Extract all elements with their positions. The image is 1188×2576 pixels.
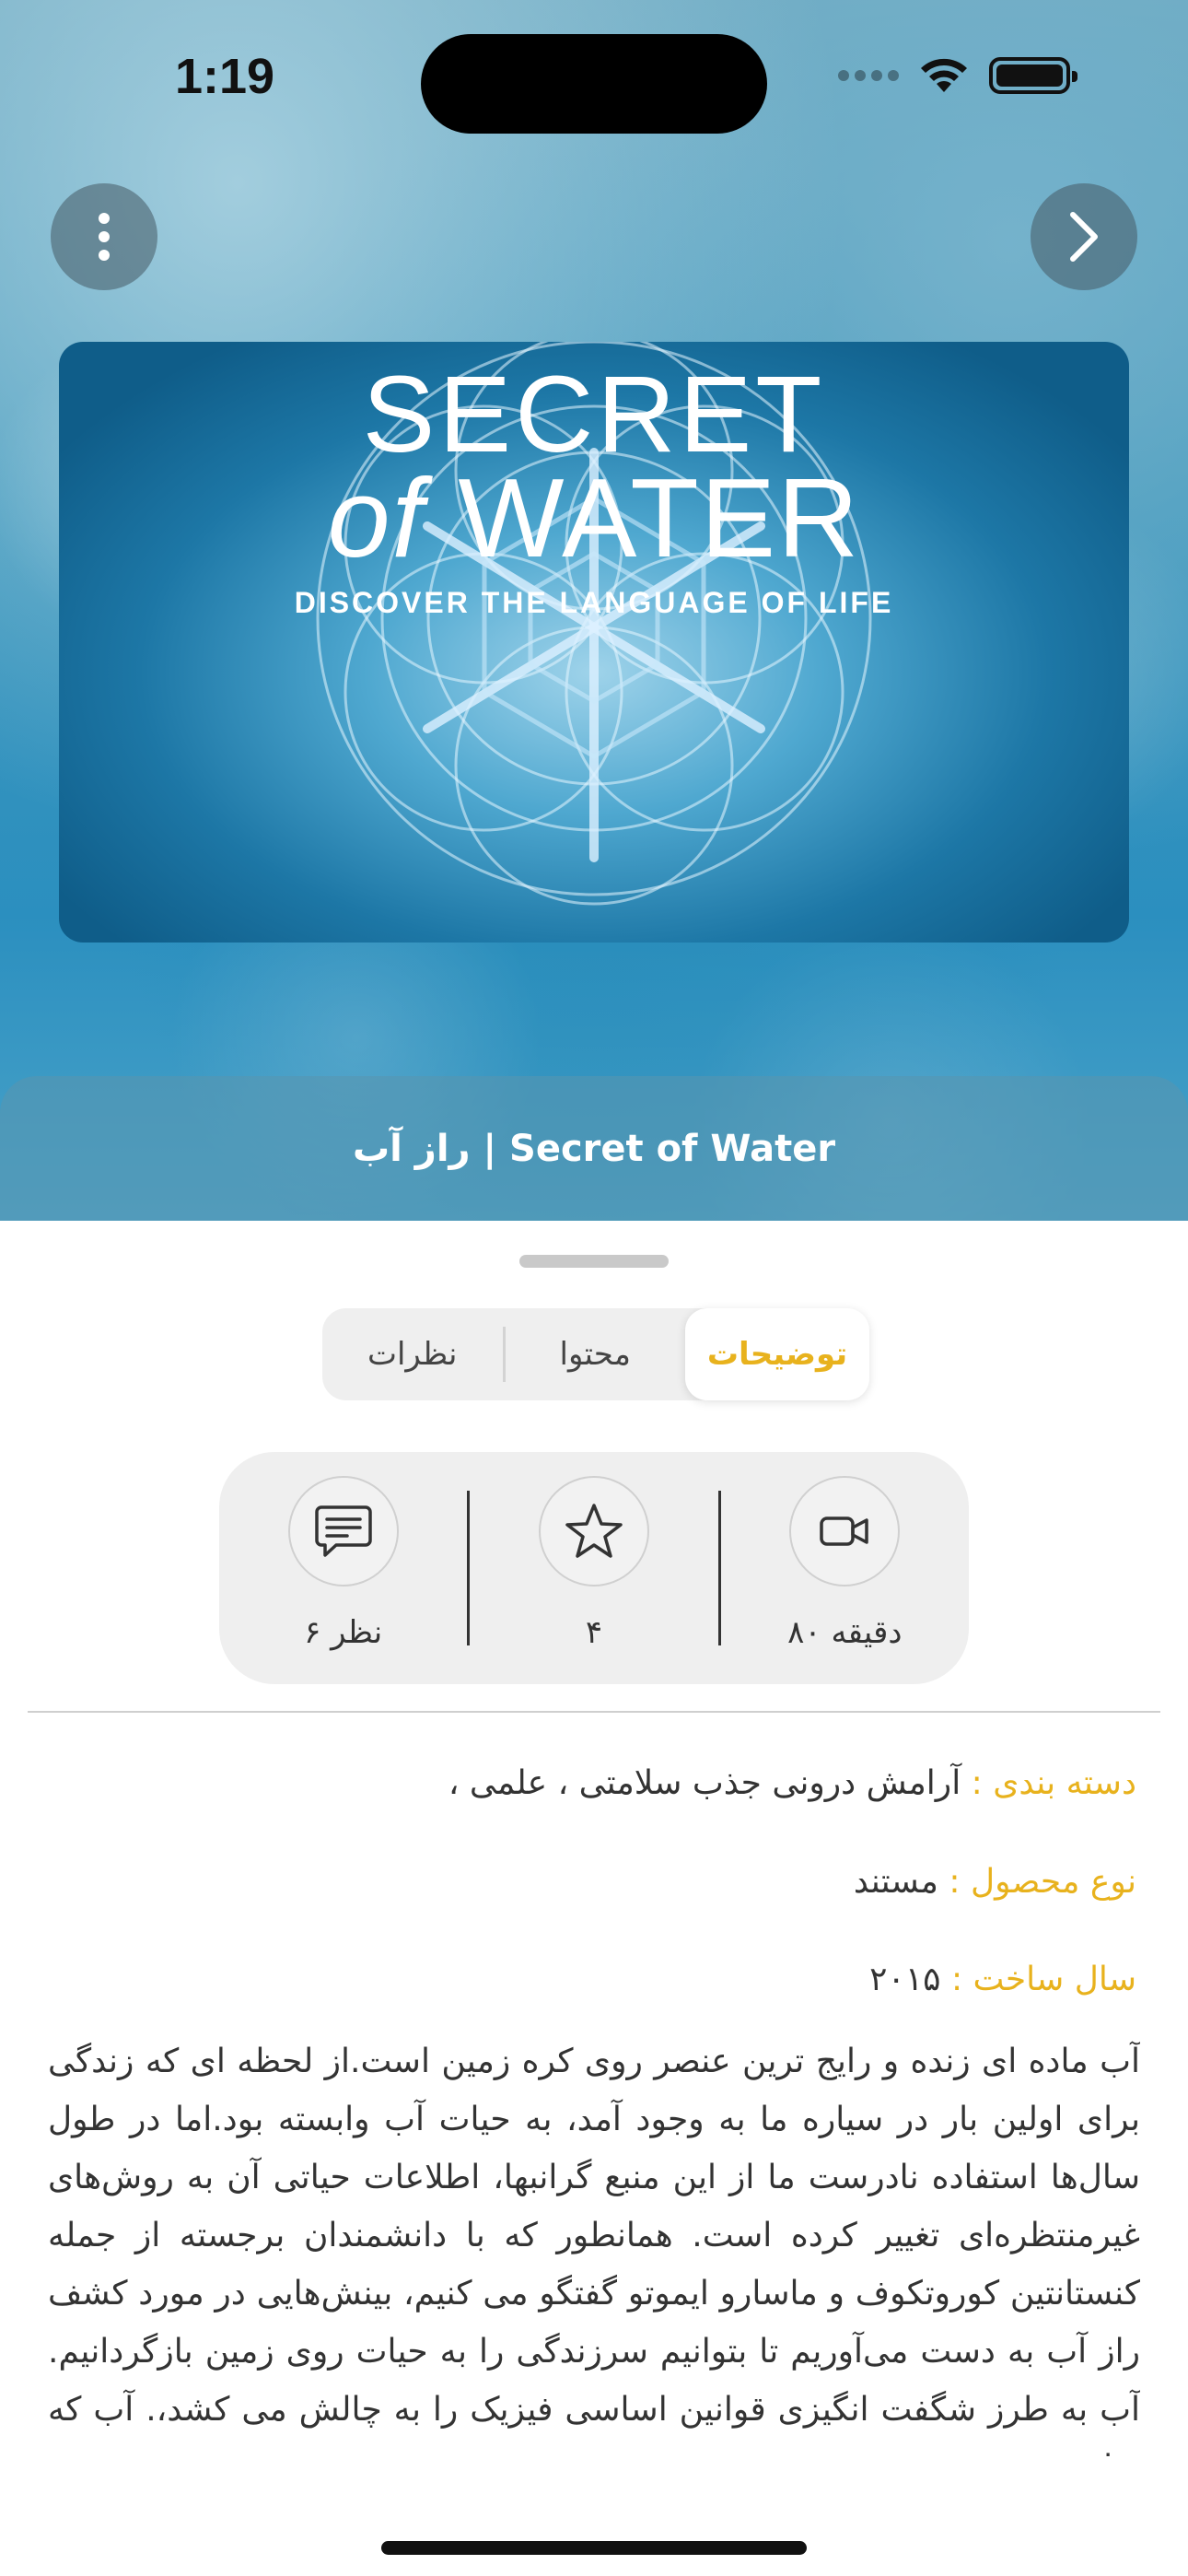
status-time: 1:19 [175,49,275,104]
tab-bar: توضیحات محتوا نظرات [322,1308,869,1400]
year-row: سال ساخت : ۲۰۱۵ [869,1961,1136,1998]
stat-duration: ۸۰ دقیقه [721,1452,969,1684]
content-title: راز آب | Secret of Water [352,1127,836,1170]
poster-title-line2: of WATER [327,455,861,580]
category-key: دسته بندی : [971,1764,1136,1802]
sheet-grabber[interactable] [519,1255,669,1268]
year-key: سال ساخت : [950,1961,1136,1998]
tab-comments[interactable]: نظرات [322,1308,503,1400]
tab-description[interactable]: توضیحات [685,1308,869,1400]
comments-label: ۶ نظر [304,1614,383,1651]
status-icons [838,57,1077,94]
tab-content[interactable]: محتوا [506,1308,686,1400]
cellular-signal-icon [838,70,899,81]
video-camera-icon [789,1476,901,1587]
stat-rating[interactable]: ۴ [470,1452,717,1684]
chevron-right-icon [1070,212,1098,262]
type-key: نوع محصول : [949,1863,1136,1901]
rating-label: ۴ [585,1614,603,1651]
poster-tagline: DISCOVER THE LANGUAGE OF LIFE [294,586,894,619]
vertical-ellipsis-icon [99,213,110,261]
type-row: نوع محصول : مستند [854,1863,1136,1901]
title-bar: راز آب | Secret of Water [0,1076,1188,1221]
more-options-button[interactable] [51,183,157,290]
poster-title-line1: SECRET [362,354,826,475]
stat-comments[interactable]: ۶ نظر [219,1452,467,1684]
category-row: دسته بندی : آرامش درونی جذب سلامتی ، علم… [448,1764,1136,1802]
home-indicator[interactable] [381,2541,807,2555]
type-value: مستند [853,1863,938,1901]
category-value: آرامش درونی جذب سلامتی ، علمی ، [448,1764,961,1802]
battery-icon [989,57,1077,94]
wifi-icon [921,58,967,92]
comment-icon[interactable] [287,1476,399,1587]
forward-button[interactable] [1031,183,1137,290]
year-value: ۲۰۱۵ [869,1961,941,1998]
duration-label: ۸۰ دقیقه [787,1614,903,1651]
star-icon[interactable] [539,1476,649,1587]
dynamic-island [421,34,767,134]
stats-panel: ۸۰ دقیقه ۴ ۶ نظر [219,1452,969,1684]
description-text: آب ماده ای زنده و رایج ترین عنصر روی کره… [48,2043,1140,2456]
divider [28,1711,1160,1713]
cover-image: SECRET of WATER DISCOVER THE LANGUAGE OF… [59,342,1129,943]
